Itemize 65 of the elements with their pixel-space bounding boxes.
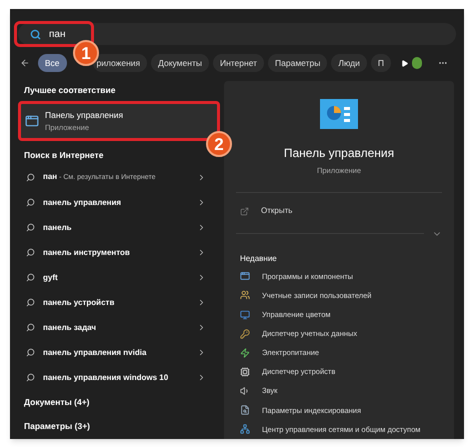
chevron-icon — [197, 273, 206, 282]
search-icon — [26, 248, 35, 257]
chevron-icon — [197, 198, 206, 207]
chip-icon — [240, 366, 250, 377]
open-icon — [240, 206, 249, 216]
web-result[interactable]: gyft — [18, 265, 220, 290]
chevron-icon — [197, 173, 206, 182]
result-text: панель инструментов — [43, 246, 130, 258]
filter-tab[interactable]: Параметры — [268, 54, 328, 72]
chevron-icon — [197, 348, 206, 357]
lightning-icon — [240, 348, 250, 358]
search-text: пан — [49, 28, 66, 42]
web-result[interactable]: панель управления nvidia — [18, 340, 220, 365]
item-title: Панель управления — [45, 109, 124, 122]
key-icon — [240, 328, 250, 339]
search-icon — [26, 348, 35, 357]
speaker-icon — [240, 386, 250, 396]
filter-tab[interactable]: Все — [38, 54, 66, 72]
section-heading[interactable]: Документы (4+) — [18, 390, 220, 414]
chevron-icon — [197, 223, 206, 232]
result-text: gyft — [43, 272, 58, 284]
search-icon — [26, 298, 35, 307]
chevron-icon — [197, 248, 206, 257]
monitor-icon — [240, 310, 250, 320]
users-icon — [240, 290, 250, 300]
search-icon — [26, 373, 35, 382]
chevron-icon — [197, 323, 206, 332]
filter-tab[interactable]: Документы — [151, 54, 209, 72]
file-search-icon — [240, 405, 250, 416]
result-text: панель управления — [43, 196, 122, 208]
section-heading: Лучшее соответствие — [23, 84, 116, 97]
result-text: панель задач — [43, 322, 96, 334]
open-action[interactable]: Открыть — [236, 193, 442, 229]
result-text: панель управления nvidia — [43, 346, 146, 358]
search-field[interactable]: пан — [18, 23, 456, 45]
section-heading: Поиск в Интернете — [23, 149, 104, 162]
web-result[interactable]: панель инструментов — [18, 240, 220, 265]
search-icon — [26, 198, 35, 207]
back-icon[interactable] — [20, 57, 30, 69]
web-result[interactable]: панель устройств — [18, 290, 220, 315]
network-icon — [240, 424, 250, 434]
play-icon[interactable] — [400, 58, 408, 68]
section-heading[interactable]: Параметры (3+) — [18, 414, 220, 438]
search-icon — [26, 323, 35, 332]
result-text: панель управления windows 10 — [43, 372, 168, 384]
web-result[interactable]: панель задач — [18, 315, 220, 340]
filter-tab[interactable]: риложения — [92, 54, 148, 72]
web-result[interactable]: панель управления windows 10 — [18, 365, 220, 390]
search-icon — [26, 223, 35, 232]
result-text: панель — [43, 222, 72, 234]
search-icon — [26, 273, 35, 282]
section-heading: Недавние — [239, 252, 278, 265]
chevron-icon — [197, 373, 206, 382]
filter-tab[interactable]: Интернет — [212, 54, 264, 72]
filter-tab[interactable]: П — [370, 54, 391, 72]
filter-tab[interactable]: Люди — [331, 54, 367, 72]
web-result[interactable]: панель управления — [18, 190, 220, 215]
result-text: панель устройств — [43, 296, 114, 308]
chevron-icon — [197, 298, 206, 307]
window-icon — [240, 271, 250, 282]
avatar[interactable] — [412, 57, 422, 69]
app-title: Панель управления — [282, 145, 396, 162]
search-icon — [26, 173, 35, 182]
search-icon — [30, 28, 41, 40]
web-result[interactable]: панель — [18, 215, 220, 240]
